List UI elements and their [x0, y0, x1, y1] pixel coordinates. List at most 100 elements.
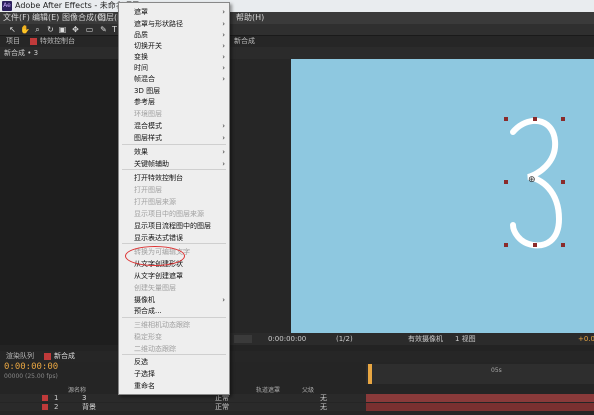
context-menu-item[interactable]: 摄像机	[134, 295, 155, 305]
context-menu-item[interactable]: 从文字创建遮罩	[134, 271, 183, 281]
context-menu-item[interactable]: 3D 图层	[134, 86, 160, 96]
submenu-arrow-icon: ›	[222, 42, 225, 50]
column-source-name: 源名称	[68, 387, 87, 394]
layer-mode[interactable]: 正常	[215, 394, 229, 402]
submenu-arrow-icon: ›	[222, 134, 225, 142]
tab-timeline-composition[interactable]: 新合成	[54, 351, 75, 362]
layer-label-color[interactable]	[42, 395, 48, 401]
rotate-tool-icon[interactable]: ↻	[46, 25, 55, 34]
viewer-controls: 0:00:00:00 (1/2) 有效摄像机 1 视图 +0.0	[230, 333, 594, 345]
camera-tool-icon[interactable]: ▣	[58, 25, 67, 34]
toolbar: ↖ ✋ ⌕ ↻ ▣ ✥ ▭ ✎ T	[0, 24, 594, 36]
context-menu-item[interactable]: 效果	[134, 147, 148, 157]
camera-dropdown[interactable]: 有效摄像机	[408, 333, 443, 345]
bounding-handle[interactable]	[561, 243, 565, 247]
bounding-handle[interactable]	[504, 243, 508, 247]
context-menu-item: 创建矢量图层	[134, 284, 176, 292]
bounding-handle[interactable]	[504, 117, 508, 121]
mask-tool-icon[interactable]: ▭	[85, 25, 94, 34]
text-glyph-three	[510, 117, 563, 249]
bounding-handle[interactable]	[504, 180, 508, 184]
menu-separator	[122, 317, 226, 318]
context-menu-item[interactable]: 反选	[134, 357, 148, 367]
exposure-value[interactable]: +0.0	[578, 333, 594, 345]
magnification-dropdown[interactable]	[234, 335, 252, 343]
context-menu-item[interactable]: 参考层	[134, 97, 155, 107]
layer-parent[interactable]: 无	[320, 403, 327, 411]
context-menu-item[interactable]: 帧混合	[134, 74, 155, 84]
submenu-arrow-icon: ›	[222, 148, 225, 156]
context-menu-item: 打开图层来源	[134, 198, 176, 206]
effect-controls-panel	[0, 59, 120, 345]
viewer-canvas	[510, 117, 563, 249]
timeline-timecode[interactable]: 0:00:00:00	[4, 362, 58, 372]
viewer-pasteboard	[230, 59, 291, 333]
bounding-handle[interactable]	[561, 180, 565, 184]
pen-tool-icon[interactable]: ✎	[99, 25, 108, 34]
resolution-dropdown[interactable]: (1/2)	[336, 333, 353, 345]
menu-edit[interactable]: 编辑(E)	[32, 12, 59, 24]
column-trkmat: 轨道遮罩	[256, 387, 281, 394]
hand-tool-icon[interactable]: ✋	[20, 25, 30, 34]
menu-separator	[122, 169, 226, 170]
submenu-arrow-icon: ›	[222, 64, 225, 72]
time-ruler[interactable]: 05s	[366, 364, 594, 384]
context-menu-item: 显示项目中的图层来源	[134, 210, 204, 218]
ruler-label: 05s	[491, 367, 502, 374]
tab-render-queue[interactable]: 渲染队列	[6, 351, 34, 362]
layer-name[interactable]: 3	[82, 394, 86, 402]
layer-name[interactable]: 背景	[82, 403, 96, 411]
panel-tab-row: 项目 特效控制台 新合成	[0, 36, 594, 47]
title-bar: Ae Adobe After Effects - 未命名项目.aep	[0, 0, 594, 12]
context-menu-item[interactable]: 品质	[134, 30, 148, 40]
layer-mode[interactable]: 正常	[215, 403, 229, 411]
menu-separator	[122, 144, 226, 145]
app-icon: Ae	[2, 1, 12, 11]
context-menu-item[interactable]: 遮罩与形状路径	[134, 19, 183, 29]
context-menu-item[interactable]: 混合模式	[134, 121, 162, 131]
composition-header: 新合成 • 3	[0, 47, 594, 59]
context-menu-item[interactable]: 图层样式	[134, 133, 162, 143]
context-menu-item[interactable]: 预合成...	[134, 306, 162, 316]
column-parent: 父级	[302, 387, 315, 394]
composition-viewer[interactable]: ⊕	[291, 59, 594, 333]
tab-composition[interactable]: 新合成	[234, 36, 255, 47]
context-menu-item[interactable]: 遮罩	[134, 7, 148, 17]
submenu-arrow-icon: ›	[222, 122, 225, 130]
layer-number: 2	[54, 403, 59, 411]
context-menu-item[interactable]: 重命名	[134, 381, 155, 391]
zoom-tool-icon[interactable]: ⌕	[33, 25, 42, 34]
menu-separator	[122, 243, 226, 244]
context-menu-item: 环境图层	[134, 110, 162, 118]
current-time-indicator[interactable]	[368, 364, 372, 384]
context-menu-item[interactable]: 显示表达式错误	[134, 233, 183, 243]
context-menu-item: 三维相机动态跟踪	[134, 321, 190, 329]
layer-label-color[interactable]	[42, 404, 48, 410]
context-menu-item[interactable]: 显示项目流程图中的图层	[134, 221, 211, 231]
selection-tool-icon[interactable]: ↖	[8, 25, 17, 34]
submenu-arrow-icon: ›	[222, 31, 225, 39]
layer-parent[interactable]: 无	[320, 394, 327, 402]
anchor-point-icon[interactable]: ⊕	[528, 175, 536, 185]
context-menu-item[interactable]: 子选择	[134, 369, 155, 379]
tab-project[interactable]: 项目	[6, 36, 20, 47]
timeline-fps: 00000 (25.00 fps)	[4, 373, 58, 380]
menu-help[interactable]: 帮助(H)	[236, 12, 264, 24]
context-menu-item[interactable]: 关键帧辅助	[134, 159, 169, 169]
submenu-arrow-icon: ›	[222, 75, 225, 83]
layer-duration-bar[interactable]	[366, 394, 594, 402]
pan-behind-tool-icon[interactable]: ✥	[71, 25, 80, 34]
layer-duration-bar[interactable]	[366, 403, 594, 411]
context-menu-item[interactable]: 时间	[134, 63, 148, 73]
context-menu-item[interactable]: 打开特效控制台	[134, 173, 183, 183]
layer-number: 1	[54, 394, 59, 402]
viewer-timecode[interactable]: 0:00:00:00	[268, 333, 306, 345]
bounding-handle[interactable]	[533, 117, 537, 121]
menu-file[interactable]: 文件(F)	[3, 12, 30, 24]
bounding-handle[interactable]	[561, 117, 565, 121]
tab-effect-controls[interactable]: 特效控制台	[40, 36, 75, 47]
context-menu-item[interactable]: 切换开关	[134, 41, 162, 51]
bounding-handle[interactable]	[533, 243, 537, 247]
context-menu-item[interactable]: 变换	[134, 52, 148, 62]
views-dropdown[interactable]: 1 视图	[455, 333, 476, 345]
